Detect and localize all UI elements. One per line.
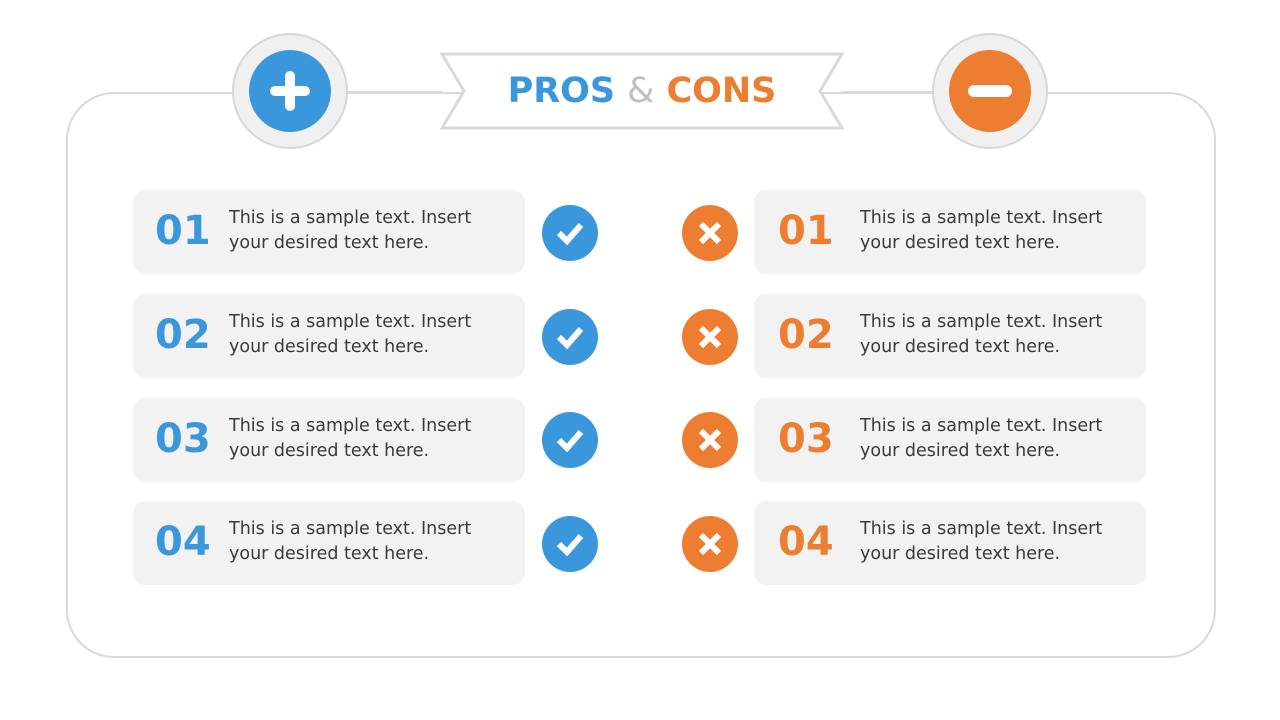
title-ampersand: & xyxy=(627,71,655,111)
con-text: This is a sample text. Insert your desir… xyxy=(860,416,1103,461)
check-icon xyxy=(542,205,598,261)
x-icon xyxy=(682,205,738,261)
check-icon xyxy=(542,412,598,468)
pro-item: 03 This is a sample text. Insert your de… xyxy=(133,398,525,482)
pro-item: 02 This is a sample text. Insert your de… xyxy=(133,294,525,378)
connector-line-left xyxy=(348,91,442,93)
title-cons: CONS xyxy=(666,71,777,111)
con-number: 02 xyxy=(778,312,834,358)
page-title: PROS & CONS xyxy=(440,52,844,130)
con-number: 01 xyxy=(778,208,834,254)
check-icon xyxy=(542,309,598,365)
pro-text: This is a sample text. Insert your desir… xyxy=(229,519,472,564)
con-text: This is a sample text. Insert your desir… xyxy=(860,208,1103,253)
x-icon xyxy=(682,412,738,468)
pro-number: 01 xyxy=(155,208,211,254)
pro-text: This is a sample text. Insert your desir… xyxy=(229,312,472,357)
pro-text: This is a sample text. Insert your desir… xyxy=(229,208,472,253)
con-number: 03 xyxy=(778,416,834,462)
con-number: 04 xyxy=(778,519,834,565)
pro-number: 04 xyxy=(155,519,211,565)
pro-item: 04 This is a sample text. Insert your de… xyxy=(133,501,525,585)
x-icon xyxy=(682,516,738,572)
con-item: 04 This is a sample text. Insert your de… xyxy=(754,501,1146,585)
pro-text: This is a sample text. Insert your desir… xyxy=(229,416,472,461)
con-text: This is a sample text. Insert your desir… xyxy=(860,312,1103,357)
pro-item: 01 This is a sample text. Insert your de… xyxy=(133,190,525,274)
con-item: 01 This is a sample text. Insert your de… xyxy=(754,190,1146,274)
plus-icon xyxy=(249,50,331,132)
title-banner: PROS & CONS xyxy=(440,52,844,130)
con-item: 03 This is a sample text. Insert your de… xyxy=(754,398,1146,482)
title-pros: PROS xyxy=(507,71,616,111)
pros-badge xyxy=(232,33,348,149)
pro-number: 03 xyxy=(155,416,211,462)
x-icon xyxy=(682,309,738,365)
check-icon xyxy=(542,516,598,572)
con-text: This is a sample text. Insert your desir… xyxy=(860,519,1103,564)
cons-badge xyxy=(932,33,1048,149)
minus-icon xyxy=(949,50,1031,132)
connector-line-right xyxy=(842,91,934,93)
pro-number: 02 xyxy=(155,312,211,358)
con-item: 02 This is a sample text. Insert your de… xyxy=(754,294,1146,378)
